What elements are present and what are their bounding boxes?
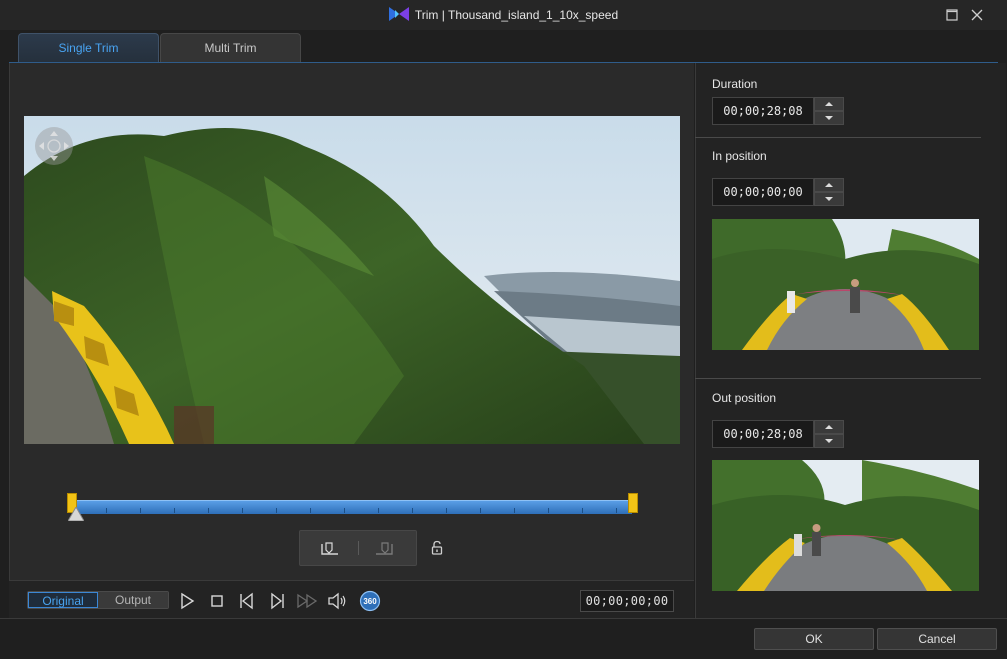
out-position-field: 00;00;28;08 — [712, 420, 844, 448]
close-icon[interactable] — [969, 7, 985, 23]
duration-input[interactable]: 00;00;28;08 — [712, 97, 814, 125]
next-frame-icon[interactable] — [266, 590, 288, 612]
maximize-icon[interactable] — [944, 7, 960, 23]
timeline-tick — [140, 508, 141, 513]
duration-up-button[interactable] — [814, 97, 844, 111]
timeline-tick — [378, 508, 379, 513]
out-position-label: Out position — [712, 391, 777, 405]
duration-field: 00;00;28;08 — [712, 97, 844, 125]
out-position-spinner — [814, 420, 844, 448]
footer-divider — [0, 618, 1007, 619]
mark-in-out-group — [299, 530, 417, 566]
timeline-tick — [208, 508, 209, 513]
arrow-up-icon — [825, 102, 833, 106]
arrow-down-icon — [825, 116, 833, 120]
original-button[interactable]: Original — [28, 592, 98, 608]
timeline-tick — [616, 508, 617, 513]
timeline-tick — [514, 508, 515, 513]
arrow-up-icon — [825, 425, 833, 429]
timeline-tick — [480, 508, 481, 513]
in-position-label: In position — [712, 149, 767, 163]
video-frame-image — [24, 116, 680, 444]
in-position-field: 00;00;00;00 — [712, 178, 844, 206]
timeline-tick — [548, 508, 549, 513]
out-position-down-button[interactable] — [814, 434, 844, 448]
unlock-icon[interactable] — [430, 540, 444, 556]
volume-icon[interactable] — [326, 590, 348, 612]
timeline-tick — [412, 508, 413, 513]
window-title: Trim | Thousand_island_1_10x_speed — [414, 8, 619, 22]
duration-label: Duration — [712, 77, 758, 91]
app-logo-icon — [388, 7, 409, 21]
video-preview[interactable] — [24, 116, 680, 444]
out-position-up-button[interactable] — [814, 420, 844, 434]
timeline-tick — [242, 508, 243, 513]
section-divider — [695, 378, 981, 379]
current-timecode: 00;00;00;00 — [580, 590, 674, 612]
arrow-up-icon — [825, 183, 833, 187]
out-position-handle[interactable] — [628, 493, 638, 513]
prev-frame-icon[interactable] — [236, 590, 258, 612]
mark-out-icon[interactable] — [372, 539, 396, 559]
mark-in-icon[interactable] — [318, 539, 342, 559]
tab-multi-trim[interactable]: Multi Trim — [160, 33, 301, 63]
output-button[interactable]: Output — [98, 592, 168, 608]
out-thumbnail-image — [712, 460, 979, 591]
timeline-tick — [106, 508, 107, 513]
ok-button[interactable]: OK — [754, 628, 874, 650]
duration-spinner — [814, 97, 844, 125]
window-title-group: Trim | Thousand_island_1_10x_speed — [0, 7, 1007, 22]
timeline-tick — [310, 508, 311, 513]
timeline-tick — [446, 508, 447, 513]
section-divider — [695, 137, 981, 138]
360-navigation-icon[interactable] — [34, 126, 74, 166]
cancel-button[interactable]: Cancel — [877, 628, 997, 650]
playhead-icon[interactable] — [68, 507, 84, 521]
in-position-up-button[interactable] — [814, 178, 844, 192]
timeline-tick — [344, 508, 345, 513]
mark-separator — [358, 541, 359, 555]
original-output-toggle: Original Output — [27, 591, 169, 609]
in-thumbnail-image — [712, 219, 979, 350]
timeline-tick — [174, 508, 175, 513]
arrow-down-icon — [825, 439, 833, 443]
trim-timeline[interactable] — [72, 500, 632, 514]
timeline-tick — [582, 508, 583, 513]
fast-forward-icon[interactable] — [296, 590, 318, 612]
in-position-thumbnail — [712, 219, 979, 350]
tab-single-trim[interactable]: Single Trim — [18, 33, 159, 63]
play-icon[interactable] — [176, 590, 198, 612]
timeline-tick — [276, 508, 277, 513]
in-position-down-button[interactable] — [814, 192, 844, 206]
stop-icon[interactable] — [206, 590, 228, 612]
out-position-input[interactable]: 00;00;28;08 — [712, 420, 814, 448]
360-badge-label: 360 — [363, 597, 377, 606]
duration-down-button[interactable] — [814, 111, 844, 125]
in-position-input[interactable]: 00;00;00;00 — [712, 178, 814, 206]
arrow-down-icon — [825, 197, 833, 201]
in-position-spinner — [814, 178, 844, 206]
out-position-thumbnail — [712, 460, 979, 591]
360-icon[interactable]: 360 — [359, 590, 381, 612]
title-bar: Trim | Thousand_island_1_10x_speed — [0, 0, 1007, 30]
